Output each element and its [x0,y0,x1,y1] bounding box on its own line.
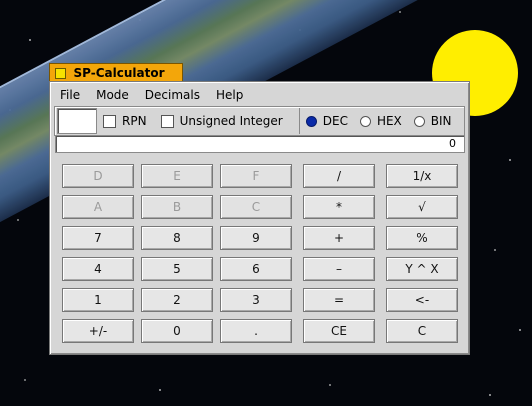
key-power[interactable]: Y ^ X [386,257,458,281]
key-b[interactable]: B [141,195,213,219]
radio-bin[interactable]: BIN [413,114,452,128]
key-reciprocal[interactable]: 1/x [386,164,458,188]
key-c[interactable]: C [220,195,292,219]
key-7[interactable]: 7 [62,226,134,250]
unsigned-label: Unsigned Integer [179,114,283,128]
key-sqrt[interactable]: √ [386,195,458,219]
menu-help[interactable]: Help [216,88,243,102]
result-display: 0 [55,135,465,153]
key-decimal-point[interactable]: . [220,319,292,343]
key-2[interactable]: 2 [141,288,213,312]
key-add[interactable]: + [303,226,375,250]
key-4[interactable]: 4 [62,257,134,281]
window-menu-icon[interactable] [55,67,66,79]
options-bar: RPN Unsigned Integer DEC HEX BIN [54,106,465,136]
menu-decimals[interactable]: Decimals [145,88,200,102]
window-title: SP-Calculator [73,66,165,80]
key-3[interactable]: 3 [220,288,292,312]
rpn-checkbox[interactable] [103,114,116,128]
radio-bin-label: BIN [430,114,452,128]
radio-dec[interactable]: DEC [305,114,348,128]
radio-hex[interactable]: HEX [359,114,402,128]
key-9[interactable]: 9 [220,226,292,250]
key-f[interactable]: F [220,164,292,188]
menu-mode[interactable]: Mode [96,88,129,102]
key-percent[interactable]: % [386,226,458,250]
unsigned-checkbox[interactable] [160,114,174,128]
unsigned-option[interactable]: Unsigned Integer [160,114,283,128]
radio-hex-label: HEX [376,114,402,128]
mode-indicator-box [57,108,97,134]
rpn-option[interactable]: RPN [103,114,147,128]
calculator-window: File Mode Decimals Help RPN Unsigned Int… [49,81,470,355]
rpn-label: RPN [122,114,147,128]
key-multiply[interactable]: * [303,195,375,219]
radio-hex-button[interactable] [359,115,371,127]
key-clear[interactable]: C [386,319,458,343]
key-divide[interactable]: / [303,164,375,188]
key-subtract[interactable]: – [303,257,375,281]
key-6[interactable]: 6 [220,257,292,281]
key-e[interactable]: E [141,164,213,188]
radio-dec-button[interactable] [305,115,317,127]
key-5[interactable]: 5 [141,257,213,281]
base-radio-group: DEC HEX BIN [298,108,464,134]
key-negate[interactable]: +/- [62,319,134,343]
key-equals[interactable]: = [303,288,375,312]
key-d[interactable]: D [62,164,134,188]
radio-dec-label: DEC [322,114,348,128]
key-1[interactable]: 1 [62,288,134,312]
menu-bar: File Mode Decimals Help [50,86,469,104]
key-8[interactable]: 8 [141,226,213,250]
window-title-tab[interactable]: SP-Calculator [49,63,183,82]
key-0[interactable]: 0 [141,319,213,343]
key-backspace[interactable]: <- [386,288,458,312]
key-clear-entry[interactable]: CE [303,319,375,343]
radio-bin-button[interactable] [413,115,425,127]
menu-file[interactable]: File [60,88,80,102]
key-a[interactable]: A [62,195,134,219]
